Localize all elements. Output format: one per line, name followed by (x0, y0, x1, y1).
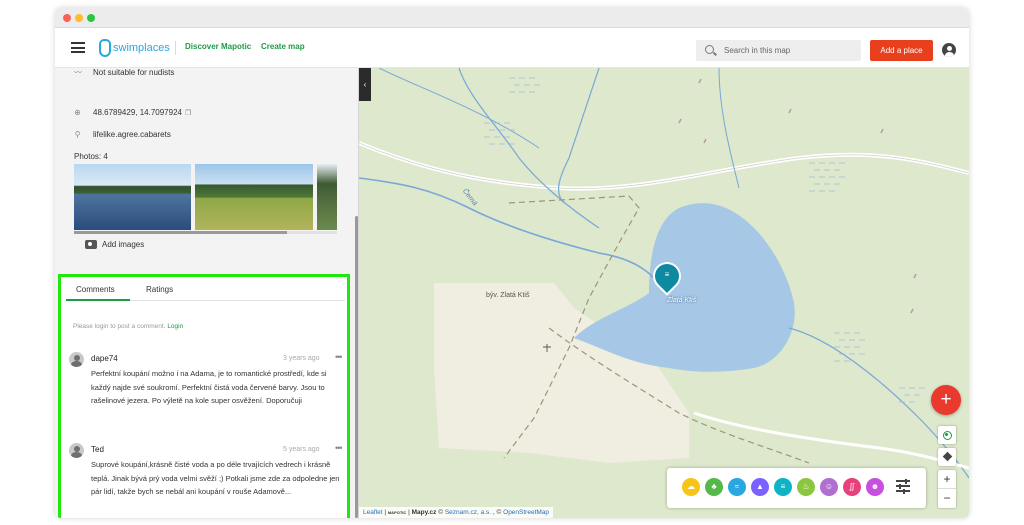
maximize-window-button[interactable] (87, 14, 95, 22)
info-row-coordinates: ⊕ 48.6789429, 14.7097924 ❐ (74, 108, 191, 117)
info-row-nudists: 〰 Not suitable for nudists (74, 68, 174, 77)
filter-category-icon[interactable]: ☺ (820, 478, 838, 496)
hamburger-menu-icon[interactable] (71, 42, 85, 53)
header-divider (175, 41, 176, 55)
filter-settings-icon[interactable] (896, 478, 910, 494)
zoom-control: + − (938, 470, 956, 508)
place-detail-sidebar[interactable]: 〰 Not suitable for nudists ⊕ 48.6789429,… (55, 68, 359, 518)
locate-icon (942, 430, 952, 440)
leaflet-link[interactable]: Leaflet (363, 509, 383, 516)
app-header: swimplaces Discover Mapotic Create map A… (55, 28, 969, 68)
comment-text: Perfektní koupání možno i na Adama, je t… (91, 369, 327, 405)
login-prompt: Please login to post a comment. Login (73, 323, 183, 330)
comment-author: dape74 (91, 354, 118, 363)
logo-text: swimplaces (113, 42, 170, 54)
zoom-in-button[interactable]: + (938, 470, 956, 489)
photo-thumbnail[interactable] (195, 164, 313, 230)
window-titlebar (55, 8, 969, 28)
photos-scrollbar-thumb[interactable] (74, 231, 287, 234)
swimplace-marker-icon: ≡ (664, 270, 670, 279)
seznam-link[interactable]: Seznam.cz, a.s. (445, 509, 491, 516)
photos-scrollbar[interactable] (74, 231, 337, 234)
zoom-out-button[interactable]: − (938, 489, 956, 508)
browser-window: swimplaces Discover Mapotic Create map A… (55, 8, 969, 518)
tab-ratings[interactable]: Ratings (146, 285, 173, 294)
comment-time: 5 years ago (283, 446, 320, 453)
category-filter-bar: ☁ ♣ ≈ ▲ ≡ ♨ ☺ ∬ ☻ (667, 468, 926, 508)
filter-category-icon[interactable]: ∬ (843, 478, 861, 496)
map-canvas[interactable] (359, 68, 969, 518)
mapotic-logo: MAPOTIC (387, 510, 407, 515)
openstreetmap-link[interactable]: OpenStreetMap (503, 509, 549, 516)
add-place-fab[interactable]: + (931, 385, 961, 415)
comment-time: 3 years ago (283, 355, 320, 362)
filter-category-icon[interactable]: ♨ (797, 478, 815, 496)
active-tab-indicator (66, 299, 130, 301)
photos-count: Photos: 4 (74, 152, 108, 161)
swim-icon: 〰 (74, 68, 82, 77)
comment-text: Suprové koupání,krásně čisté voda a po d… (91, 460, 340, 496)
filter-category-icon[interactable]: ≈ (728, 478, 746, 496)
copyright-symbol: © (496, 509, 502, 516)
add-place-button[interactable]: Add a place (870, 40, 933, 61)
photo-thumbnail[interactable] (317, 164, 337, 230)
layers-icon (942, 451, 952, 462)
account-icon[interactable] (942, 43, 956, 57)
mapy-cz-logo: Mapy.cz (411, 509, 437, 516)
layers-button[interactable] (938, 448, 956, 466)
logo-icon (99, 39, 111, 57)
search-input[interactable] (724, 43, 854, 58)
filter-category-icon[interactable]: ♣ (705, 478, 723, 496)
place-label: býv. Zlatá Ktiš (486, 292, 530, 299)
login-link[interactable]: Login (167, 323, 183, 330)
discover-mapotic-link[interactable]: Discover Mapotic (185, 42, 251, 51)
add-images-label: Add images (102, 240, 145, 249)
add-photo-camera-icon (85, 240, 97, 249)
search-icon (705, 45, 714, 54)
comments-panel: Comments Ratings Please login to post a … (58, 274, 350, 518)
sidebar-scrollbar[interactable] (355, 216, 358, 518)
locate-me-button[interactable] (938, 426, 956, 444)
tab-comments[interactable]: Comments (76, 285, 115, 294)
what3words-text[interactable]: lifelike.agree.cabarets (93, 130, 171, 139)
photo-thumbnail[interactable] (74, 164, 191, 230)
lake-label[interactable]: Zlatá Ktiš (667, 297, 696, 304)
filter-category-icon[interactable]: ▲ (751, 478, 769, 496)
collapse-sidebar-button[interactable]: ‹ (359, 68, 371, 101)
avatar (69, 443, 84, 458)
map-tiles[interactable] (359, 68, 969, 518)
location-pin-icon: ⚲ (74, 130, 81, 139)
copyright-symbol: © (438, 509, 444, 516)
comment-author: Ted (91, 445, 104, 454)
filter-category-icon[interactable]: ☁ (682, 478, 700, 496)
more-options-icon[interactable]: ••• (335, 443, 343, 453)
close-window-button[interactable] (63, 14, 71, 22)
copy-icon[interactable]: ❐ (185, 109, 191, 117)
filter-category-icon[interactable]: ≡ (774, 478, 792, 496)
more-options-icon[interactable]: ••• (335, 352, 343, 362)
minimize-window-button[interactable] (75, 14, 83, 22)
map-search (696, 40, 861, 61)
info-text: Not suitable for nudists (93, 68, 175, 77)
comments-tabs: Comments Ratings (66, 277, 345, 301)
filter-category-icon[interactable]: ☻ (866, 478, 884, 496)
info-row-what3words: ⚲ lifelike.agree.cabarets (74, 130, 171, 139)
swimplaces-logo[interactable]: swimplaces (99, 39, 170, 57)
avatar (69, 352, 84, 367)
login-prompt-text: Please login to post a comment. (73, 323, 166, 330)
crosshair-icon: ⊕ (74, 108, 81, 117)
create-map-link[interactable]: Create map (261, 42, 305, 51)
coordinates-text: 48.6789429, 14.7097924 (93, 108, 182, 117)
map-attribution: Leaflet | MAPOTIC | Mapy.cz © Seznam.cz,… (359, 507, 554, 518)
add-images-button[interactable]: Add images (85, 240, 144, 249)
